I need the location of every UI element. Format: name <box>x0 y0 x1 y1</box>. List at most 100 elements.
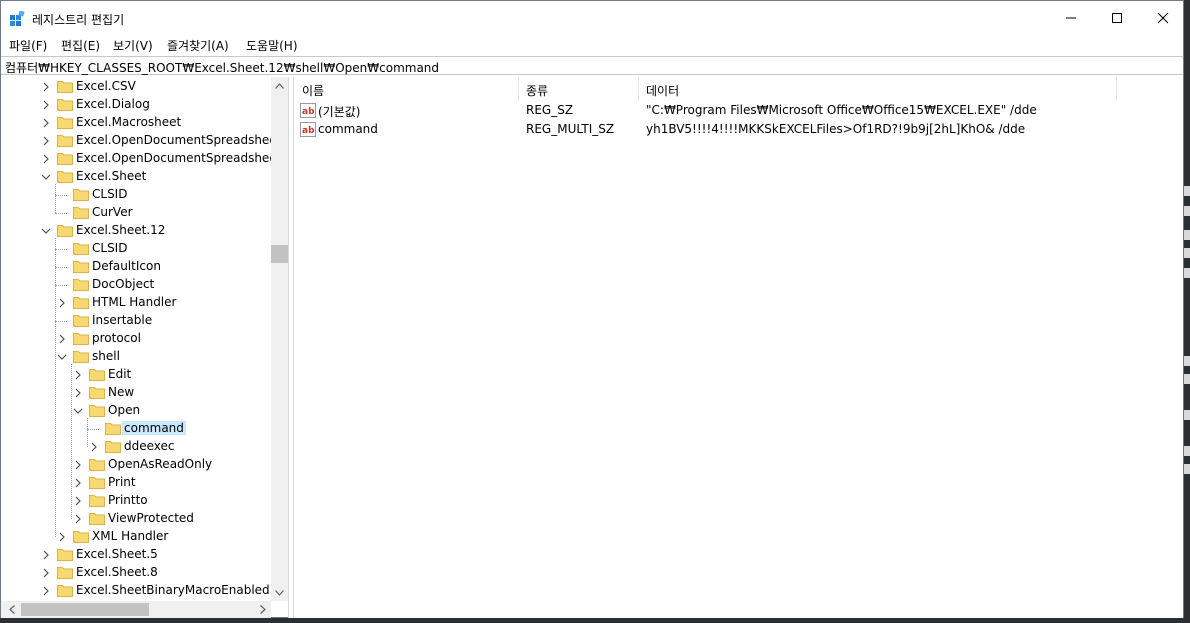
scroll-left-button[interactable] <box>3 601 20 618</box>
chevron-right-icon[interactable] <box>41 585 51 597</box>
scroll-up-button[interactable] <box>271 77 288 94</box>
chevron-right-icon[interactable] <box>41 549 51 561</box>
tree-node[interactable]: Excel.CSV <box>1 78 271 96</box>
registry-key-tree[interactable]: Excel.CSV Excel.Dialog Excel.Macrosheet Exc… <box>1 77 288 618</box>
tree-node[interactable]: Excel.Dialog <box>1 96 271 114</box>
svg-text:ab: ab <box>302 126 315 136</box>
chevron-right-icon[interactable] <box>57 297 67 309</box>
chevron-right-icon[interactable] <box>41 99 51 111</box>
column-header-data[interactable]: 데이터 <box>646 82 679 99</box>
value-name: (기본값) <box>318 105 361 119</box>
chevron-down-icon[interactable] <box>41 171 51 183</box>
tree-node[interactable]: New <box>1 384 271 402</box>
menu-view[interactable]: 보기(V) <box>113 37 153 54</box>
tree-node[interactable]: OpenAsReadOnly <box>1 456 271 474</box>
menu-help[interactable]: 도움말(H) <box>246 37 298 54</box>
value-row[interactable]: ab command REG_MULTI_SZ yh1BV5!!!!4!!!!M… <box>294 120 1183 139</box>
chevron-right-icon[interactable] <box>73 369 83 381</box>
column-header-name[interactable]: 이름 <box>302 82 324 99</box>
tree-connector <box>55 267 67 268</box>
tree-connector <box>87 418 88 447</box>
address-bar[interactable]: 컴퓨터₩HKEY_CLASSES_ROOT₩Excel.Sheet.12₩she… <box>1 56 1183 75</box>
tree-node[interactable]: protocol <box>1 330 271 348</box>
column-separator[interactable] <box>1116 77 1117 101</box>
tree-node-label: Excel.OpenDocumentSpreadsheet <box>76 133 282 147</box>
tree-node[interactable]: Excel.OpenDocumentSpreadsheet <box>1 132 281 150</box>
chevron-right-icon[interactable] <box>41 153 51 165</box>
tree-connector <box>55 249 67 250</box>
column-separator[interactable] <box>638 77 639 101</box>
tree-node[interactable]: CLSID <box>1 240 271 258</box>
scroll-right-button[interactable] <box>254 601 271 618</box>
folder-icon <box>57 547 73 561</box>
tree-node[interactable]: Print <box>1 474 271 492</box>
chevron-right-icon[interactable] <box>73 387 83 399</box>
tree-node[interactable]: Insertable <box>1 312 271 330</box>
folder-icon <box>73 241 89 255</box>
tree-node-label: Excel.Sheet.8 <box>76 565 158 579</box>
chevron-right-icon[interactable] <box>73 459 83 471</box>
scroll-thumb[interactable] <box>271 245 288 263</box>
chevron-right-icon[interactable] <box>57 531 67 543</box>
tree-node[interactable]: Edit <box>1 366 271 384</box>
chevron-right-icon[interactable] <box>73 477 83 489</box>
tree-node-label: XML Handler <box>92 529 169 543</box>
chevron-right-icon[interactable] <box>41 567 51 579</box>
tree-node-label: CurVer <box>92 205 133 219</box>
chevron-right-icon[interactable] <box>41 81 51 93</box>
desktop-fragment <box>1184 374 1190 384</box>
menu-favorites[interactable]: 즐겨찾기(A) <box>167 37 229 54</box>
tree-node[interactable]: Excel.SheetBinaryMacroEnabled <box>1 582 271 600</box>
tree-horizontal-scrollbar[interactable] <box>1 601 271 618</box>
maximize-icon <box>1112 13 1122 23</box>
tree-node-label-selected: command <box>122 421 186 435</box>
menu-edit[interactable]: 편집(E) <box>61 37 100 54</box>
chevron-right-icon[interactable] <box>57 333 67 345</box>
svg-text:ab: ab <box>302 107 315 117</box>
tree-node[interactable]: ViewProtected <box>1 510 271 528</box>
tree-node[interactable]: Open <box>1 402 271 420</box>
chevron-right-icon[interactable] <box>41 135 51 147</box>
tree-node[interactable]: ddeexec <box>1 438 271 456</box>
tree-node[interactable]: Excel.Macrosheet <box>1 114 271 132</box>
tree-node[interactable]: command <box>1 420 271 438</box>
chevron-right-icon[interactable] <box>73 513 83 525</box>
chevron-right-icon[interactable] <box>41 117 51 129</box>
tree-node[interactable]: DefaultIcon <box>1 258 271 276</box>
folder-icon <box>73 313 89 327</box>
values-list[interactable]: 이름 종류 데이터 ab (기본값) REG_SZ "C:₩Program Fi… <box>294 77 1183 618</box>
tree-node[interactable]: Excel.Sheet.8 <box>1 564 271 582</box>
minimize-button[interactable] <box>1048 1 1094 35</box>
tree-node[interactable]: Excel.Sheet.12 <box>1 222 271 240</box>
chevron-down-icon[interactable] <box>57 351 67 363</box>
chevron-right-icon[interactable] <box>89 441 99 453</box>
title-bar[interactable]: 레지스트리 편집기 <box>1 1 1183 35</box>
tree-node[interactable]: CLSID <box>1 186 271 204</box>
folder-icon <box>73 205 89 219</box>
tree-node[interactable]: CurVer <box>1 204 271 222</box>
tree-node[interactable]: Excel.OpenDocumentSpreadsheet.12 <box>1 150 288 168</box>
value-row[interactable]: ab (기본값) REG_SZ "C:₩Program Files₩Micros… <box>294 101 1183 120</box>
column-header-type[interactable]: 종류 <box>526 82 548 99</box>
close-button[interactable] <box>1140 1 1186 35</box>
address-path: 컴퓨터₩HKEY_CLASSES_ROOT₩Excel.Sheet.12₩she… <box>5 61 440 75</box>
tree-connector <box>55 184 56 213</box>
tree-vertical-scrollbar[interactable] <box>271 77 288 601</box>
tree-node[interactable]: Excel.Sheet.5 <box>1 546 271 564</box>
column-separator[interactable] <box>518 77 519 101</box>
menu-file[interactable]: 파일(F) <box>9 37 47 54</box>
scroll-down-button[interactable] <box>271 584 288 601</box>
scroll-thumb[interactable] <box>21 603 149 616</box>
tree-node[interactable]: shell <box>1 348 271 366</box>
chevron-down-icon[interactable] <box>41 225 51 237</box>
tree-node[interactable]: DocObject <box>1 276 271 294</box>
chevron-right-icon[interactable] <box>73 495 83 507</box>
value-data: yh1BV5!!!!4!!!!MKKSkEXCELFiles>Of1RD?!9b… <box>646 122 1026 136</box>
tree-node-label: shell <box>92 349 120 363</box>
tree-node[interactable]: XML Handler <box>1 528 271 546</box>
tree-node[interactable]: HTML Handler <box>1 294 271 312</box>
chevron-down-icon[interactable] <box>73 405 83 417</box>
tree-node[interactable]: Excel.Sheet <box>1 168 271 186</box>
tree-node[interactable]: Printto <box>1 492 271 510</box>
maximize-button[interactable] <box>1094 1 1140 35</box>
